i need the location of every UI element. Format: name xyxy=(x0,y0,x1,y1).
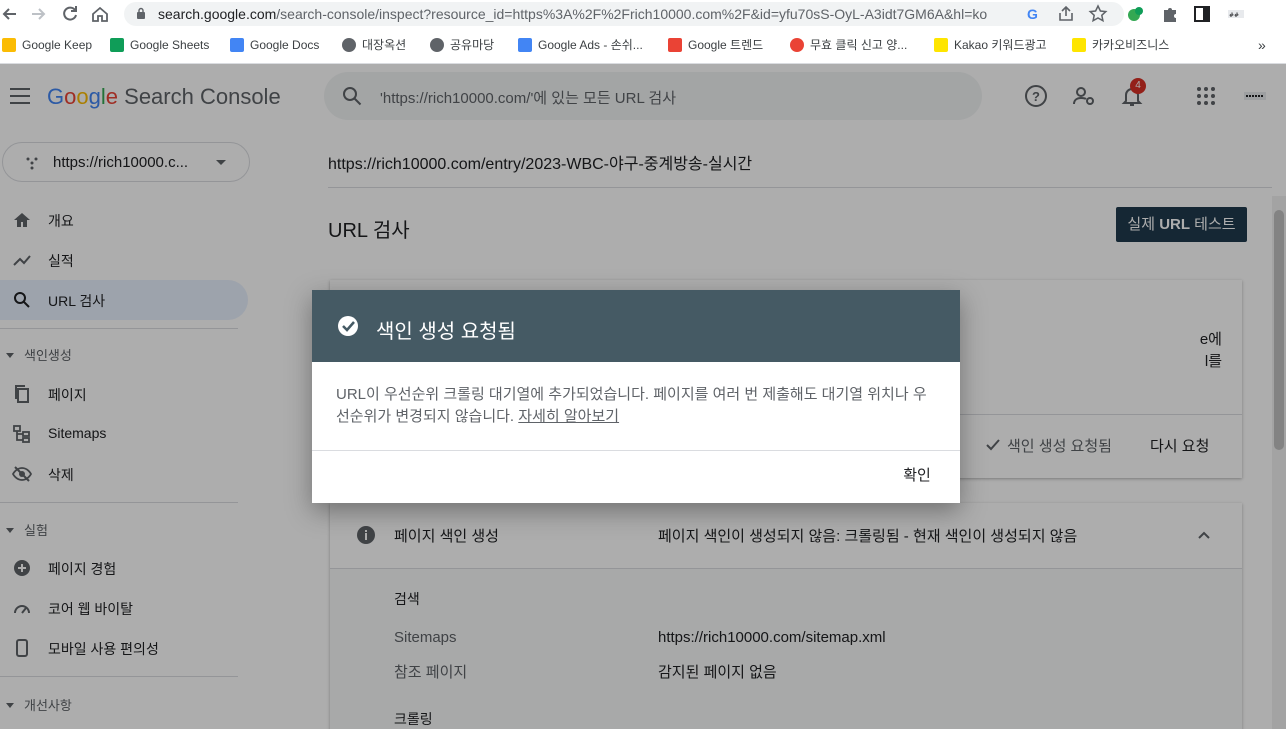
keep-icon xyxy=(2,38,16,52)
google-g-icon xyxy=(790,38,804,52)
trends-icon xyxy=(668,38,682,52)
sheets-icon xyxy=(110,38,124,52)
address-bar[interactable]: search.google.com/search-console/inspect… xyxy=(124,2,1124,26)
google-lens-icon[interactable]: G xyxy=(1024,4,1044,24)
kakao-icon xyxy=(934,38,948,52)
dialog-divider xyxy=(312,450,960,451)
bookmark-item[interactable]: Google Keep xyxy=(2,36,92,54)
profile-avatar-icon[interactable]: ## xyxy=(1226,4,1246,24)
forward-icon[interactable] xyxy=(28,4,48,24)
bookmark-item[interactable]: 대장옥션 xyxy=(342,36,406,54)
back-icon[interactable] xyxy=(0,4,20,24)
indexing-requested-dialog: 색인 생성 요청됨 URL이 우선순위 크롤링 대기열에 추가되었습니다. 페이… xyxy=(312,290,960,503)
globe-icon xyxy=(342,38,356,52)
share-icon[interactable] xyxy=(1056,4,1076,24)
kakao-icon xyxy=(1072,38,1086,52)
docs-icon xyxy=(230,38,244,52)
bookmark-item[interactable]: 무효 클릭 신고 양... xyxy=(790,36,907,54)
bookmark-item[interactable]: 카카오비즈니스 xyxy=(1072,36,1169,54)
bookmark-star-icon[interactable] xyxy=(1088,4,1108,24)
svg-text:G: G xyxy=(1027,6,1038,22)
bookmark-item[interactable]: Google Sheets xyxy=(110,36,209,54)
bookmark-item[interactable]: 공유마당 xyxy=(430,36,494,54)
address-url: search.google.com/search-console/inspect… xyxy=(158,6,988,22)
bookmarks-bar: Google Keep Google Sheets Google Docs 대장… xyxy=(0,32,1286,58)
svg-text:##: ## xyxy=(1229,12,1239,19)
bookmark-item[interactable]: Google 트렌드 xyxy=(668,36,763,54)
home-button-icon[interactable] xyxy=(90,4,110,24)
dialog-body: URL이 우선순위 크롤링 대기열에 추가되었습니다. 페이지를 여러 번 제출… xyxy=(336,386,927,425)
bookmark-item[interactable]: Kakao 키워드광고 xyxy=(934,36,1047,54)
google-ads-icon xyxy=(518,38,532,52)
bookmark-item[interactable]: Google Docs xyxy=(230,36,319,54)
bookmarks-overflow-icon[interactable]: » xyxy=(1258,36,1266,54)
browser-chrome: search.google.com/search-console/inspect… xyxy=(0,0,1286,64)
browser-toolbar: search.google.com/search-console/inspect… xyxy=(0,0,1286,30)
side-panel-icon[interactable] xyxy=(1192,4,1212,24)
extensions-puzzle-icon[interactable] xyxy=(1160,4,1180,24)
reload-icon[interactable] xyxy=(60,4,80,24)
dialog-title: 색인 생성 요청됨 xyxy=(376,321,516,343)
lock-icon xyxy=(137,7,145,19)
dialog-header: 색인 생성 요청됨 xyxy=(312,290,960,362)
check-circle-icon xyxy=(338,316,358,336)
ok-button[interactable]: 확인 xyxy=(892,464,942,488)
globe-icon xyxy=(430,38,444,52)
bookmark-item[interactable]: Google Ads - 손쉬... xyxy=(518,36,643,54)
learn-more-link[interactable]: 자세히 알아보기 xyxy=(518,408,619,425)
extension-green-icon[interactable] xyxy=(1126,4,1146,24)
